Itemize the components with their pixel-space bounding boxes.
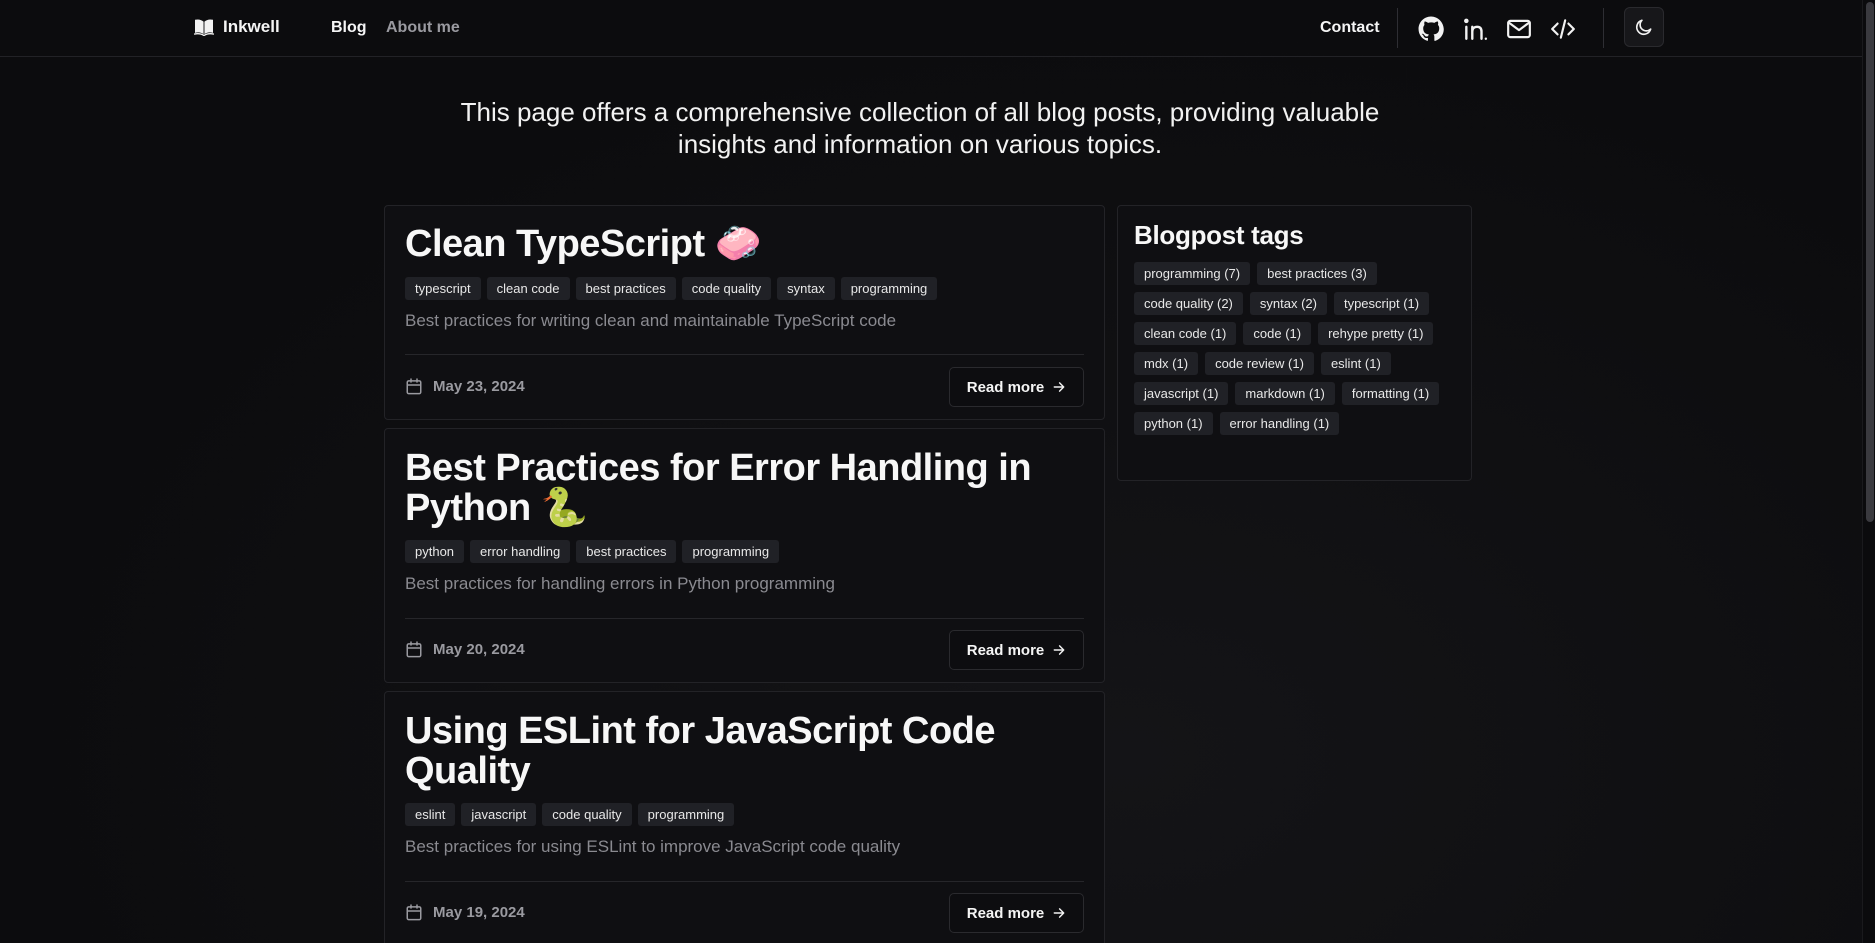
- book-icon: [193, 19, 215, 36]
- divider: [1603, 8, 1604, 48]
- divider: [405, 618, 1084, 619]
- read-more-button[interactable]: Read more: [949, 367, 1084, 407]
- tag[interactable]: error handling: [470, 540, 571, 563]
- post-title[interactable]: Best Practices for Error Handling in Pyt…: [405, 448, 1085, 528]
- tag-filter[interactable]: mdx (1): [1134, 352, 1199, 375]
- arrow-right-icon: [1053, 645, 1065, 655]
- post-tags: python error handling best practices pro…: [405, 540, 780, 563]
- read-more-button[interactable]: Read more: [949, 893, 1084, 933]
- scrollbar-thumb[interactable]: [1866, 2, 1874, 522]
- post-date-text: May 19, 2024: [433, 904, 525, 921]
- tag[interactable]: code quality: [542, 803, 632, 826]
- divider: [405, 881, 1084, 882]
- post-title[interactable]: Clean TypeScript 🧼: [405, 224, 1085, 264]
- tag[interactable]: typescript: [405, 277, 481, 300]
- logo[interactable]: Inkwell: [193, 17, 280, 37]
- github-icon[interactable]: [1418, 16, 1444, 42]
- tag[interactable]: eslint: [405, 803, 456, 826]
- post-date: May 23, 2024: [405, 377, 525, 396]
- tag[interactable]: best practices: [576, 540, 677, 563]
- tag-filter[interactable]: code review (1): [1205, 352, 1314, 375]
- tag[interactable]: javascript: [461, 803, 537, 826]
- post-tags: typescript clean code best practices cod…: [405, 277, 938, 300]
- tag-filter[interactable]: python (1): [1134, 412, 1213, 435]
- tag-filter[interactable]: code quality (2): [1134, 292, 1243, 315]
- nav-blog[interactable]: Blog: [331, 19, 367, 37]
- post-date-text: May 23, 2024: [433, 378, 525, 395]
- tag[interactable]: syntax: [777, 277, 835, 300]
- calendar-icon: [406, 904, 422, 921]
- tag-cloud: programming (7) best practices (3) code …: [1134, 262, 1464, 435]
- tag-filter[interactable]: typescript (1): [1333, 292, 1430, 315]
- tag[interactable]: clean code: [486, 277, 570, 300]
- tag-filter[interactable]: rehype pretty (1): [1318, 322, 1434, 345]
- linkedin-icon[interactable]: [1462, 16, 1488, 42]
- post-card: Clean TypeScript 🧼 typescript clean code…: [384, 205, 1105, 420]
- logo-text: Inkwell: [223, 17, 280, 36]
- post-tags: eslint javascript code quality programmi…: [405, 803, 735, 826]
- tag-filter[interactable]: eslint (1): [1320, 352, 1391, 375]
- post-card: Best Practices for Error Handling in Pyt…: [384, 428, 1105, 683]
- read-more-label: Read more: [966, 904, 1045, 922]
- arrow-right-icon: [1053, 908, 1065, 918]
- divider: [1397, 8, 1398, 48]
- page-scrollbar[interactable]: [1862, 0, 1875, 943]
- theme-toggle-button[interactable]: [1624, 7, 1664, 47]
- mail-icon[interactable]: [1506, 16, 1532, 42]
- post-date-text: May 20, 2024: [433, 641, 525, 658]
- tag-filter[interactable]: syntax (2): [1249, 292, 1327, 315]
- post-date: May 19, 2024: [405, 903, 525, 922]
- tag[interactable]: programming: [840, 277, 938, 300]
- tag-filter[interactable]: programming (7): [1134, 262, 1251, 285]
- post-description: Best practices for writing clean and mai…: [405, 311, 897, 330]
- sidebar-title: Blogpost tags: [1134, 220, 1304, 250]
- tags-sidebar: Blogpost tags programming (7) best pract…: [1117, 205, 1472, 481]
- tag-filter[interactable]: javascript (1): [1134, 382, 1229, 405]
- post-description: Best practices for using ESLint to impro…: [405, 837, 901, 856]
- nav-about-me[interactable]: About me: [386, 19, 460, 37]
- tag-filter[interactable]: code (1): [1243, 322, 1312, 345]
- arrow-right-icon: [1053, 382, 1065, 392]
- calendar-icon: [406, 378, 422, 395]
- tag[interactable]: python: [405, 540, 465, 563]
- tag[interactable]: programming: [637, 803, 735, 826]
- site-header: Inkwell Blog About me Contact: [0, 0, 1862, 57]
- moon-icon: [1635, 19, 1652, 36]
- post-description: Best practices for handling errors in Py…: [405, 574, 835, 593]
- code-icon[interactable]: [1550, 16, 1576, 42]
- post-date: May 20, 2024: [405, 640, 525, 659]
- tag-filter[interactable]: clean code (1): [1134, 322, 1237, 345]
- tag-filter[interactable]: formatting (1): [1341, 382, 1440, 405]
- tag[interactable]: code quality: [681, 277, 772, 300]
- read-more-label: Read more: [966, 378, 1045, 396]
- tag-filter[interactable]: markdown (1): [1235, 382, 1335, 405]
- post-title[interactable]: Using ESLint for JavaScript Code Quality: [405, 711, 1085, 791]
- tag[interactable]: best practices: [575, 277, 676, 300]
- nav-contact[interactable]: Contact: [1320, 19, 1380, 37]
- calendar-icon: [406, 641, 422, 658]
- page-intro: This page offers a comprehensive collect…: [460, 97, 1380, 159]
- tag-filter[interactable]: error handling (1): [1219, 412, 1340, 435]
- read-more-button[interactable]: Read more: [949, 630, 1084, 670]
- read-more-label: Read more: [966, 641, 1045, 659]
- post-card: Using ESLint for JavaScript Code Quality…: [384, 691, 1105, 943]
- tag-filter[interactable]: best practices (3): [1257, 262, 1377, 285]
- tag[interactable]: programming: [682, 540, 780, 563]
- divider: [405, 354, 1084, 355]
